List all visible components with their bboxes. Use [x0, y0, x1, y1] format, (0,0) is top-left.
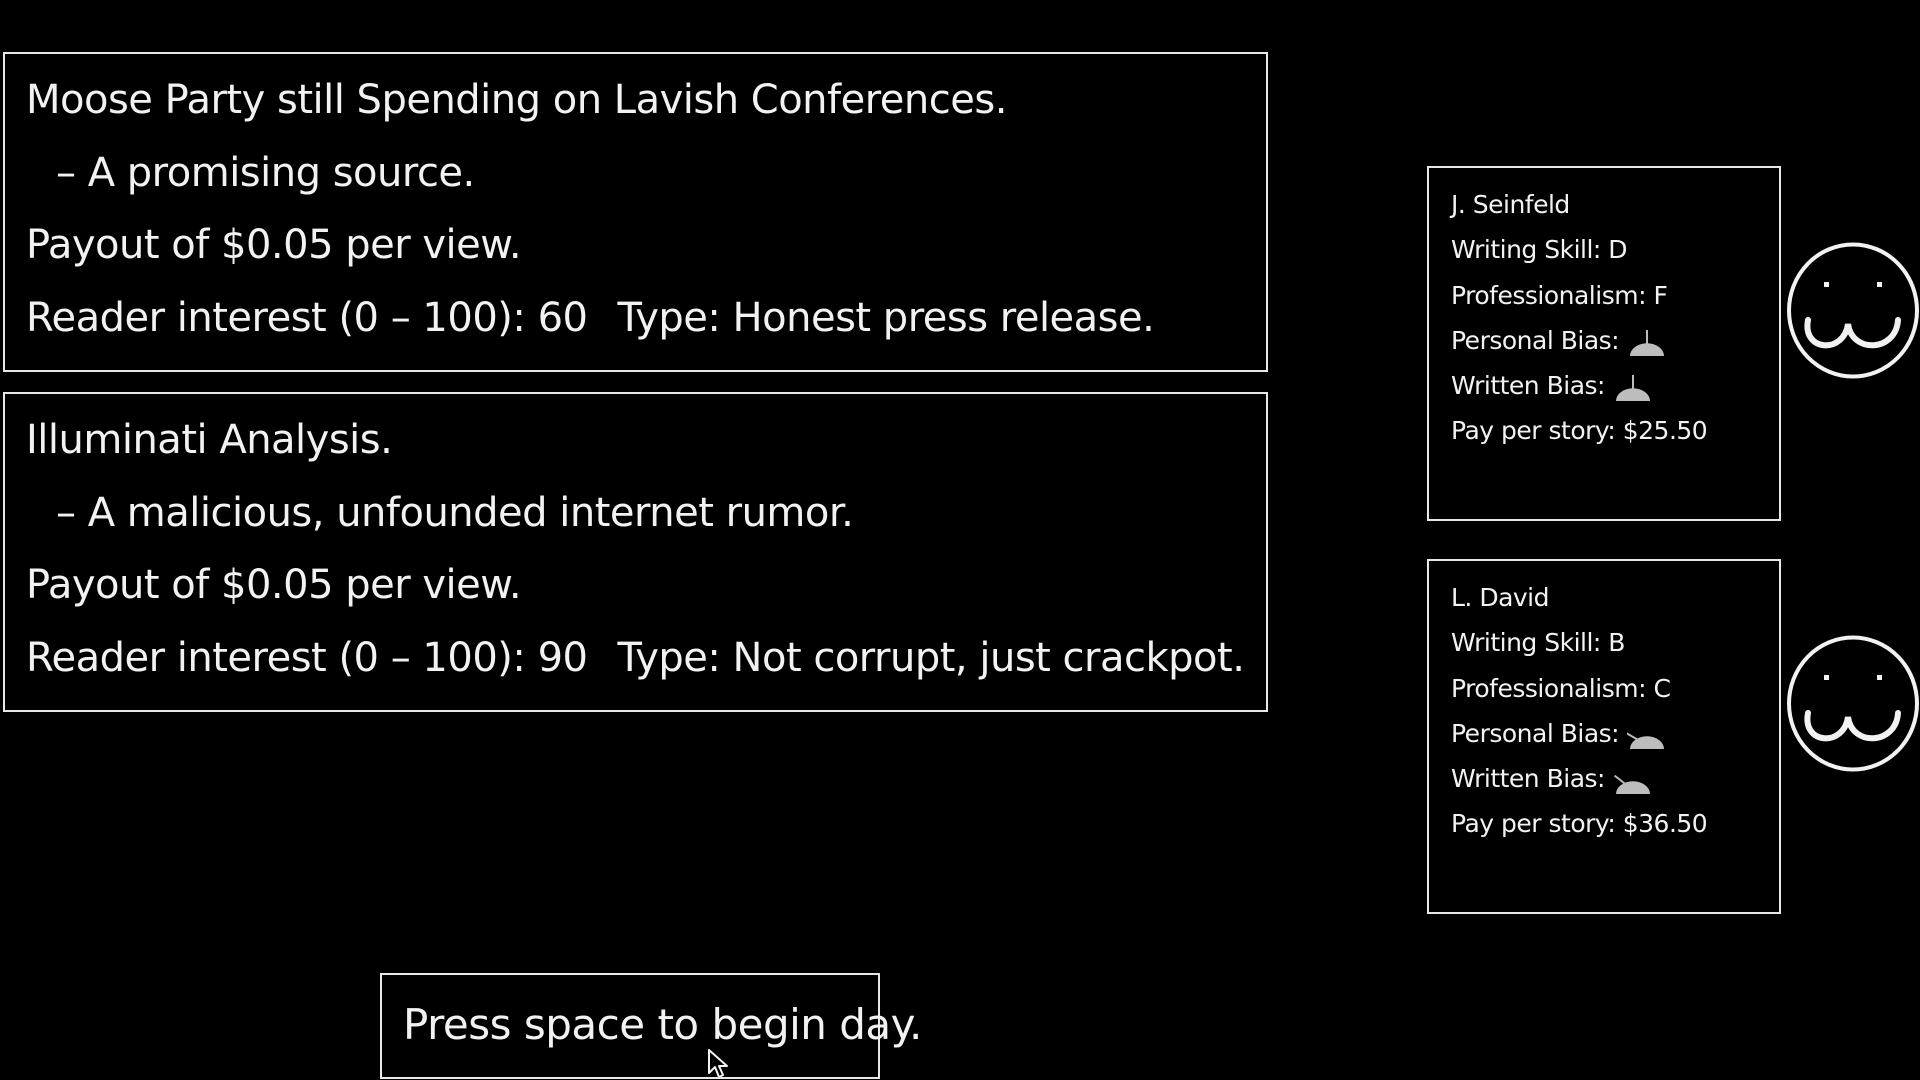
reporter-personal-bias: Personal Bias:	[1451, 326, 1667, 358]
story-payout: Payout of $0.05 per view.	[26, 222, 522, 268]
story-details: Reader interest (0 – 100): 90 Type: Not c…	[26, 634, 1245, 682]
story-interest: Reader interest (0 – 100): 90	[26, 635, 588, 681]
story-card[interactable]: Moose Party still Spending on Lavish Con…	[3, 52, 1268, 372]
personal-bias-gauge-icon	[1630, 330, 1665, 356]
story-card[interactable]: Illuminati Analysis. – A malicious, unfo…	[3, 392, 1268, 712]
begin-day-prompt[interactable]: Press space to begin day.	[380, 973, 922, 1079]
story-headline: Moose Party still Spending on Lavish Con…	[26, 77, 1007, 123]
personal-bias-label: Personal Bias:	[1451, 326, 1620, 355]
gauge-dome	[1615, 781, 1650, 794]
reporter-name: L. David	[1451, 583, 1550, 612]
reporter-card[interactable]: L. David Writing Skill: B Professionalis…	[1427, 559, 1781, 914]
story-interest: Reader interest (0 – 100): 60	[26, 295, 588, 341]
story-details: Reader interest (0 – 100): 60 Type: Hones…	[26, 294, 1155, 342]
story-headline: Illuminati Analysis.	[26, 417, 393, 463]
story-source: – A malicious, unfounded internet rumor.	[56, 490, 854, 536]
reporter-pay: Pay per story: $36.50	[1451, 809, 1708, 838]
written-bias-gauge-icon	[1615, 375, 1650, 401]
reporter-written-bias: Written Bias:	[1451, 371, 1653, 403]
reporter-written-bias: Written Bias:	[1451, 764, 1653, 796]
reporter-face-icon	[1787, 242, 1919, 379]
personal-bias-label: Personal Bias:	[1451, 719, 1620, 748]
reporter-professionalism: Professionalism: C	[1451, 674, 1671, 703]
begin-day-prompt-text: Press space to begin day.	[403, 1000, 922, 1049]
reporter-writing-skill: Writing Skill: D	[1451, 235, 1628, 264]
personal-bias-gauge-icon	[1627, 732, 1665, 749]
written-bias-label: Written Bias:	[1451, 764, 1605, 793]
mouse-cursor-icon	[708, 1049, 728, 1078]
reporter-pay: Pay per story: $25.50	[1451, 416, 1708, 445]
reporter-card[interactable]: J. Seinfeld Writing Skill: D Professiona…	[1427, 166, 1781, 521]
reporter-professionalism: Professionalism: F	[1451, 281, 1668, 310]
story-type: Type: Not corrupt, just crackpot.	[617, 635, 1245, 681]
reporter-personal-bias: Personal Bias:	[1451, 719, 1667, 751]
reporter-writing-skill: Writing Skill: B	[1451, 628, 1625, 657]
story-payout: Payout of $0.05 per view.	[26, 562, 522, 608]
reporter-name: J. Seinfeld	[1451, 190, 1570, 219]
story-source: – A promising source.	[56, 150, 475, 196]
story-type: Type: Honest press release.	[617, 295, 1155, 341]
written-bias-label: Written Bias:	[1451, 371, 1605, 400]
reporter-face-icon	[1787, 635, 1919, 772]
written-bias-gauge-icon	[1613, 774, 1650, 794]
